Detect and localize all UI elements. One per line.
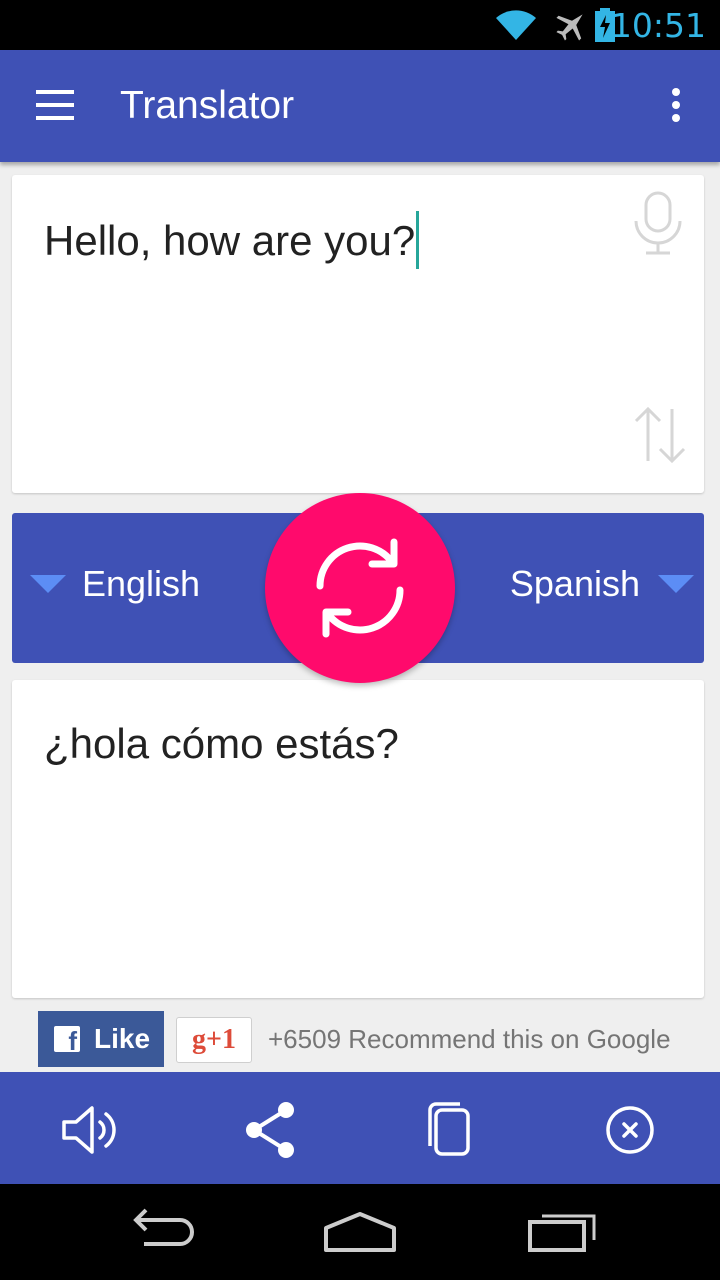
- facebook-like-label: Like: [94, 1023, 151, 1054]
- navigation-bar: [0, 1184, 720, 1280]
- microphone-icon[interactable]: [632, 189, 684, 259]
- copy-icon[interactable]: [420, 1100, 480, 1160]
- back-icon[interactable]: [124, 1208, 196, 1252]
- social-row: f Like g+1 +6509 Recommend this on Googl…: [0, 1010, 720, 1072]
- clear-icon[interactable]: [600, 1100, 660, 1160]
- home-icon[interactable]: [320, 1208, 400, 1254]
- source-language-label: English: [82, 563, 201, 604]
- airplane-icon: [556, 14, 583, 41]
- output-text: ¿hola cómo estás?: [44, 720, 399, 767]
- dropdown-arrow-icon: [30, 575, 66, 593]
- action-bar: [0, 1072, 720, 1184]
- output-card: ¿hola cómo estás?: [12, 680, 704, 998]
- google-plus-one-button[interactable]: g+1: [176, 1017, 252, 1063]
- target-language-label: Spanish: [509, 563, 640, 604]
- wifi-icon: [496, 10, 536, 40]
- source-language-selector[interactable]: English: [30, 563, 200, 605]
- google-recommend-count: +6509 Recommend this on Google: [268, 1024, 671, 1054]
- google-plus-label: g+1: [192, 1024, 236, 1055]
- swap-vertical-icon[interactable]: [632, 405, 688, 465]
- overflow-menu-icon[interactable]: [672, 88, 682, 127]
- recent-apps-icon[interactable]: [524, 1208, 600, 1254]
- hamburger-menu-icon[interactable]: [36, 90, 76, 120]
- input-card: Hello, how are you?: [12, 175, 704, 493]
- input-text: Hello, how are you?: [44, 217, 416, 265]
- dropdown-arrow-icon: [658, 575, 694, 593]
- target-language-selector[interactable]: Spanish: [510, 563, 694, 605]
- status-time: 10:51: [610, 6, 706, 45]
- facebook-like-button[interactable]: f Like: [38, 1011, 164, 1067]
- share-icon[interactable]: [240, 1100, 300, 1160]
- text-caret: [416, 211, 420, 269]
- facebook-icon: f: [54, 1026, 80, 1054]
- app-title: Translator: [120, 84, 295, 127]
- status-bar: 10:51: [0, 0, 720, 50]
- app-bar: Translator: [0, 50, 720, 162]
- speaker-icon[interactable]: [60, 1100, 120, 1160]
- refresh-icon: [316, 538, 404, 638]
- input-text-field[interactable]: Hello, how are you?: [44, 211, 420, 273]
- translate-button[interactable]: [265, 493, 455, 683]
